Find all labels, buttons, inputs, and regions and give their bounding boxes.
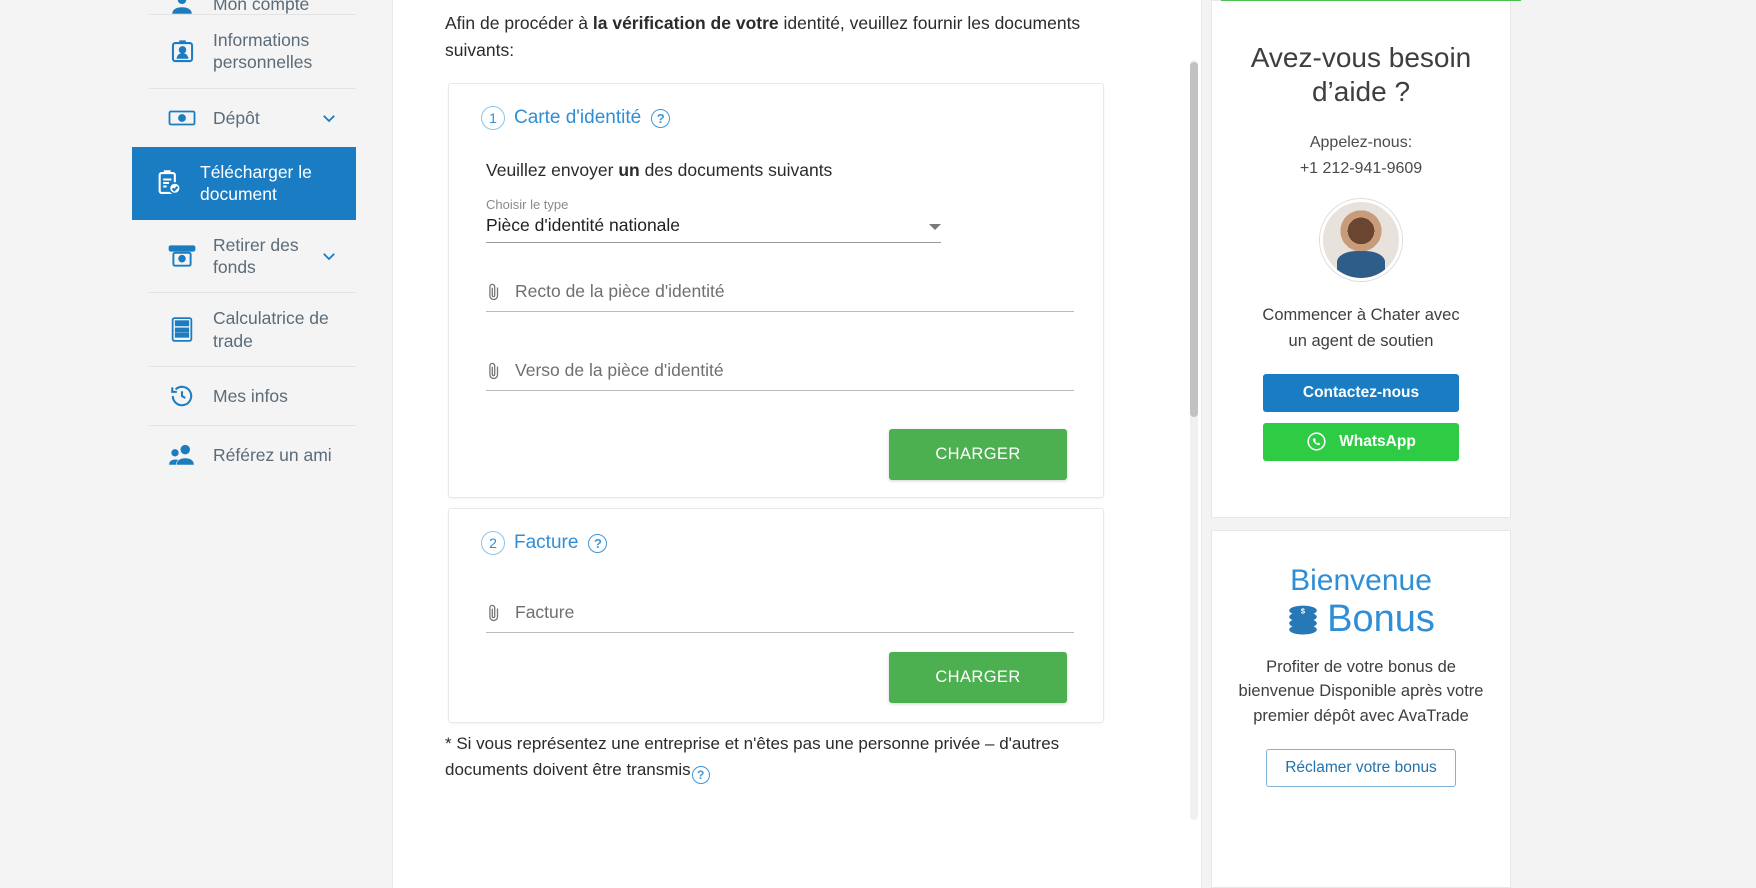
claim-bonus-button[interactable]: Réclamer votre bonus	[1266, 748, 1456, 787]
chat-invitation-text: Commencer à Chater avec un agent de sout…	[1262, 306, 1460, 350]
step-number-badge: 2	[481, 531, 505, 555]
avatar	[1320, 199, 1402, 282]
identity-card-section: 1 Carte d'identité ? Veuillez envoyer un…	[448, 83, 1104, 498]
business-footnote: * Si vous représentez une entreprise et …	[445, 731, 1110, 784]
subtitle-after: des documents suivants	[639, 160, 833, 180]
whatsapp-icon	[1306, 431, 1327, 452]
question-mark-icon[interactable]: ?	[691, 765, 710, 784]
question-mark-icon[interactable]: ?	[651, 108, 671, 128]
identity-card-header: 1 Carte d'identité ?	[449, 84, 1103, 130]
sidebar-item-calculatrice-de-trade[interactable]: Calculatrice de trade	[149, 293, 356, 366]
bonus-description: Profiter de votre bonus de bienvenue Dis…	[1238, 657, 1484, 726]
sidebar-item-label: Mon compte	[213, 0, 310, 14]
bonus-title-line2: Bonus	[1327, 597, 1435, 640]
sidebar-item-label: Référez un ami	[213, 444, 332, 465]
bonus-panel: Bienvenue $ Bonus Profiter de votre bonu…	[1211, 530, 1511, 888]
sidebar-item-label: Dépôt	[213, 107, 260, 128]
help-call-block: Appelez-nous: +1 212-941-9609	[1212, 130, 1510, 181]
invoice-card-header: 2 Facture ?	[449, 509, 1103, 555]
left-sidebar: Mon compte Informations personnelles Dép…	[0, 0, 392, 888]
main-content: Afin de procéder à la vérification de vo…	[392, 0, 1202, 888]
sidebar-item-label: Mes infos	[213, 385, 288, 406]
contact-us-button[interactable]: Contactez-nous	[1263, 373, 1459, 412]
document-type-select[interactable]: Choisir le type Pièce d'identité nationa…	[486, 197, 941, 243]
history-clock-icon	[167, 381, 197, 411]
paperclip-icon	[486, 361, 502, 381]
right-sidebar: Avez-vous besoin d’aide ? Appelez-nous: …	[1202, 0, 1756, 888]
paperclip-icon	[486, 603, 502, 623]
support-phone-number: +1 212-941-9609	[1299, 159, 1423, 177]
document-type-value: Pièce d'identité nationale	[486, 215, 681, 235]
identity-card-title: Carte d'identité	[514, 107, 642, 128]
page-intro: Afin de procéder à la vérification de vo…	[445, 10, 1110, 63]
sidebar-item-mon-compte[interactable]: Mon compte	[149, 0, 356, 14]
banknote-icon	[167, 103, 197, 133]
sidebar-item-retirer-des-fonds[interactable]: Retirer des fonds	[149, 220, 356, 293]
sidebar-item-label: Calculatrice de trade	[213, 308, 329, 351]
sidebar-item-label: Télécharger le document	[200, 161, 312, 205]
sidebar-item-telecharger-le-document[interactable]: Télécharger le document	[132, 146, 356, 220]
content-scrollbar-thumb[interactable]	[1190, 62, 1198, 417]
call-us-label: Appelez-nous:	[1309, 134, 1413, 152]
file-input-placeholder: Facture	[515, 602, 575, 622]
step-number-badge: 1	[481, 106, 505, 130]
help-panel: Avez-vous besoin d’aide ? Appelez-nous: …	[1211, 0, 1521, 518]
sidebar-item-label: Informations personnelles	[213, 30, 313, 73]
file-input-placeholder: Verso de la pièce d'identité	[515, 360, 724, 380]
invoice-card-section: 2 Facture ? Facture CHARGER	[448, 508, 1104, 723]
chevron-down-icon[interactable]	[320, 247, 338, 265]
bonus-title-line1: Bienvenue	[1290, 564, 1432, 597]
subtitle-bold: un	[618, 160, 640, 180]
coins-stack-icon: $	[1287, 602, 1319, 636]
help-panel-title: Avez-vous besoin d’aide ?	[1250, 42, 1472, 107]
id-badge-icon	[167, 36, 197, 66]
sidebar-item-referez-un-ami[interactable]: Référez un ami	[149, 426, 356, 484]
app-root: Mon compte Informations personnelles Dép…	[0, 0, 1756, 888]
bonus-title-line2-row: $ Bonus	[1212, 598, 1510, 641]
file-input-invoice[interactable]: Facture	[486, 602, 1074, 633]
upload-button-identity[interactable]: CHARGER	[889, 429, 1067, 480]
subtitle-before: Veuillez envoyer	[486, 160, 619, 180]
file-input-id-back[interactable]: Verso de la pièce d'identité	[486, 360, 1074, 391]
people-icon	[167, 440, 197, 470]
question-mark-icon[interactable]: ?	[588, 533, 608, 553]
whatsapp-label: WhatsApp	[1339, 432, 1416, 450]
sidebar-item-depot[interactable]: Dépôt	[149, 89, 356, 147]
upload-button-invoice[interactable]: CHARGER	[889, 652, 1067, 703]
invoice-card-title: Facture	[514, 532, 579, 553]
document-type-label: Choisir le type	[486, 197, 569, 212]
calculator-icon	[167, 315, 197, 345]
atm-withdraw-icon	[167, 241, 197, 271]
identity-card-subtitle: Veuillez envoyer un des documents suivan…	[449, 130, 1103, 181]
paperclip-icon	[486, 282, 502, 302]
intro-before: Afin de procéder à	[445, 13, 593, 33]
panel-top-accent-bar	[1221, 0, 1521, 1]
sidebar-item-label: Retirer des fonds	[213, 234, 299, 277]
chevron-down-icon[interactable]	[929, 224, 941, 230]
footnote-text: * Si vous représentez une entreprise et …	[445, 734, 1060, 779]
sidebar-item-informations-personnelles[interactable]: Informations personnelles	[149, 15, 356, 88]
whatsapp-button[interactable]: WhatsApp	[1263, 422, 1459, 461]
file-input-placeholder: Recto de la pièce d'identité	[515, 281, 725, 301]
file-input-id-front[interactable]: Recto de la pièce d'identité	[486, 281, 1074, 312]
intro-bold: la vérification de votre	[592, 13, 779, 33]
sidebar-item-mes-infos[interactable]: Mes infos	[149, 367, 356, 425]
clipboard-check-icon	[154, 168, 184, 198]
chevron-down-icon[interactable]	[320, 109, 338, 127]
user-icon	[167, 0, 197, 14]
